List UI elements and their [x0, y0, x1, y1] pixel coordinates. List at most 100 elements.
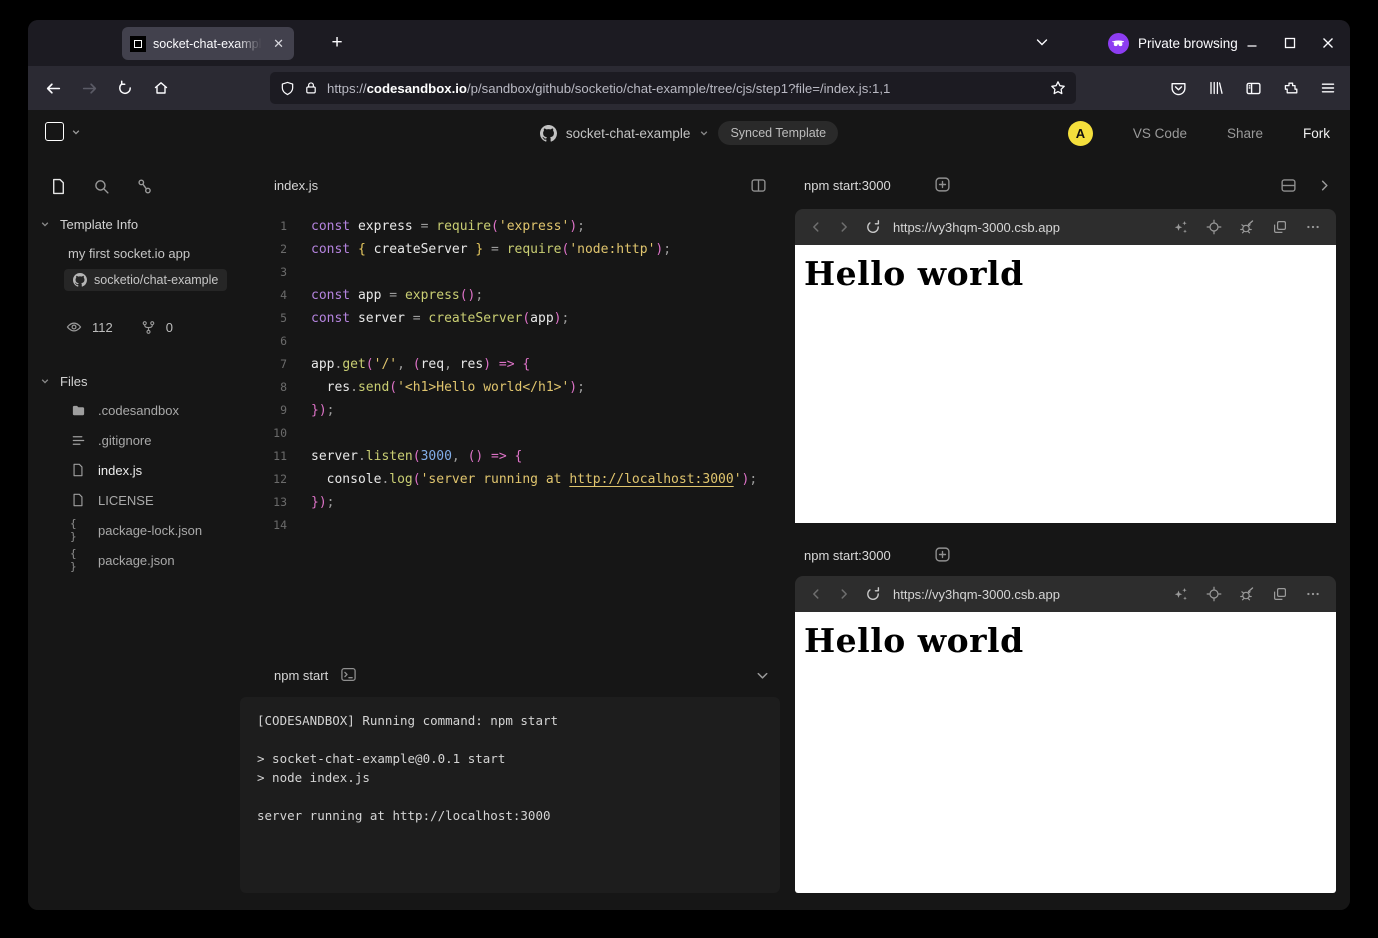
file-row[interactable]: { }package-lock.json	[40, 515, 252, 545]
editor-tab-bar: index.js	[240, 170, 785, 204]
more-options-icon[interactable]	[1305, 219, 1321, 235]
url-bar[interactable]: https://codesandbox.io/p/sandbox/github/…	[270, 72, 1076, 104]
line-number: 14	[240, 514, 287, 537]
pocket-icon[interactable]	[1170, 80, 1187, 97]
terminal-title[interactable]: npm start	[274, 668, 328, 683]
browser-tab[interactable]: socket-chat-example - Co ✕	[122, 27, 294, 60]
views-count: 112	[92, 320, 113, 335]
chevron-down-icon	[40, 376, 50, 386]
sidebar-toggle-icon[interactable]	[1245, 80, 1262, 97]
code-line[interactable]: 12 console.log('server running at http:/…	[240, 468, 757, 491]
private-browsing-label: Private browsing	[1138, 36, 1238, 51]
preview-forward-icon[interactable]	[837, 587, 851, 601]
tab-title: socket-chat-example - Co	[153, 37, 264, 51]
hello-world-heading: Hello world	[804, 621, 1336, 660]
private-mask-icon	[1108, 33, 1129, 54]
preview-tab-1[interactable]: npm start:3000	[804, 178, 891, 193]
split-editor-icon[interactable]	[750, 177, 767, 194]
terminal-line: server running at http://localhost:3000	[257, 806, 780, 825]
home-icon[interactable]	[146, 73, 176, 103]
add-preview-icon[interactable]	[934, 546, 951, 563]
file-name: package-lock.json	[98, 523, 202, 538]
terminal-output[interactable]: [CODESANDBOX] Running command: npm start…	[240, 697, 780, 893]
forks-count: 0	[166, 320, 173, 335]
chevron-right-icon[interactable]	[1317, 178, 1332, 193]
explorer-file-icon[interactable]	[44, 172, 72, 200]
crosshair-icon[interactable]	[1206, 586, 1222, 602]
code-line[interactable]: 3	[240, 261, 757, 284]
duplicate-icon[interactable]	[1272, 586, 1288, 602]
split-preview-icon[interactable]	[1280, 177, 1297, 194]
list-all-tabs-icon[interactable]	[1034, 34, 1050, 50]
file-row[interactable]: LICENSE	[40, 485, 252, 515]
file-row[interactable]: .codesandbox	[40, 395, 252, 425]
more-options-icon[interactable]	[1305, 586, 1321, 602]
back-icon[interactable]	[38, 73, 68, 103]
preview-url-1[interactable]: https://vy3hqm-3000.csb.app	[893, 220, 1173, 235]
code-line[interactable]: 8 res.send('<h1>Hello world</h1>');	[240, 376, 757, 399]
file-row[interactable]: .gitignore	[40, 425, 252, 455]
tracking-shield-icon[interactable]	[280, 81, 295, 96]
template-info-header[interactable]: Template Info	[40, 210, 252, 238]
template-info-title: Template Info	[60, 217, 138, 232]
code-line[interactable]: 14	[240, 514, 757, 537]
preview-tab-bar-1: npm start:3000	[795, 170, 1336, 204]
new-tab-button[interactable]: +	[324, 31, 350, 55]
debug-inspect-icon[interactable]	[1239, 219, 1255, 235]
minimize-icon[interactable]	[1238, 29, 1266, 57]
preview-tab-2[interactable]: npm start:3000	[804, 548, 891, 563]
editor-tab-indexjs[interactable]: index.js	[274, 178, 318, 193]
files-header[interactable]: Files	[40, 367, 252, 395]
maximize-icon[interactable]	[1276, 29, 1304, 57]
menu-icon[interactable]	[1320, 80, 1336, 96]
ai-sparkles-icon[interactable]	[1173, 586, 1189, 602]
preview-back-icon[interactable]	[809, 587, 823, 601]
code-line[interactable]: 7app.get('/', (req, res) => {	[240, 353, 757, 376]
terminal-line	[257, 730, 780, 749]
code-line[interactable]: 11server.listen(3000, () => {	[240, 445, 757, 468]
file-row[interactable]: { }package.json	[40, 545, 252, 575]
search-icon[interactable]	[87, 172, 115, 200]
forward-icon[interactable]	[74, 73, 104, 103]
template-repo-link[interactable]: socketio/chat-example	[64, 269, 227, 291]
preview-tab-bar-2: npm start:3000	[795, 540, 1336, 574]
crosshair-icon[interactable]	[1206, 219, 1222, 235]
codesandbox-app: socket-chat-example Synced Template A VS…	[28, 110, 1350, 910]
line-number: 3	[240, 261, 287, 284]
code-line[interactable]: 4const app = express();	[240, 284, 757, 307]
code-line[interactable]: 10	[240, 422, 757, 445]
code-line[interactable]: 1const express = require('express');	[240, 215, 757, 238]
duplicate-icon[interactable]	[1272, 219, 1288, 235]
code-editor[interactable]: 1const express = require('express');2con…	[240, 215, 757, 537]
code-line[interactable]: 2const { createServer } = require('node:…	[240, 238, 757, 261]
code-line[interactable]: 5const server = createServer(app);	[240, 307, 757, 330]
file-row[interactable]: index.js	[40, 455, 252, 485]
lock-icon[interactable]	[304, 81, 318, 95]
preview-viewport-2[interactable]: Hello world	[795, 612, 1336, 893]
preview-reload-icon[interactable]	[865, 219, 881, 235]
preview-viewport-1[interactable]: Hello world	[795, 245, 1336, 523]
add-preview-icon[interactable]	[934, 176, 951, 193]
file-icon	[70, 493, 86, 507]
preview-forward-icon[interactable]	[837, 220, 851, 234]
bookmark-star-icon[interactable]	[1050, 80, 1066, 96]
tab-close-icon[interactable]: ✕	[271, 35, 286, 52]
close-window-icon[interactable]	[1314, 29, 1342, 57]
reload-icon[interactable]	[110, 73, 140, 103]
extensions-icon[interactable]	[1283, 80, 1299, 96]
code-line[interactable]: 13});	[240, 491, 757, 514]
terminal-header: npm start	[240, 663, 785, 691]
preview-url-2[interactable]: https://vy3hqm-3000.csb.app	[893, 587, 1173, 602]
collapse-terminal-icon[interactable]	[755, 668, 770, 683]
preview-reload-icon[interactable]	[865, 586, 881, 602]
library-icon[interactable]	[1208, 80, 1224, 96]
ai-sparkles-icon[interactable]	[1173, 219, 1189, 235]
debug-inspect-icon[interactable]	[1239, 586, 1255, 602]
code-line[interactable]: 9});	[240, 399, 757, 422]
terminal-icon[interactable]	[340, 666, 357, 683]
devtools-graph-icon[interactable]	[130, 172, 158, 200]
code-line[interactable]: 6	[240, 330, 757, 353]
preview-back-icon[interactable]	[809, 220, 823, 234]
file-name: .gitignore	[98, 433, 151, 448]
chevron-down-icon	[40, 219, 50, 229]
